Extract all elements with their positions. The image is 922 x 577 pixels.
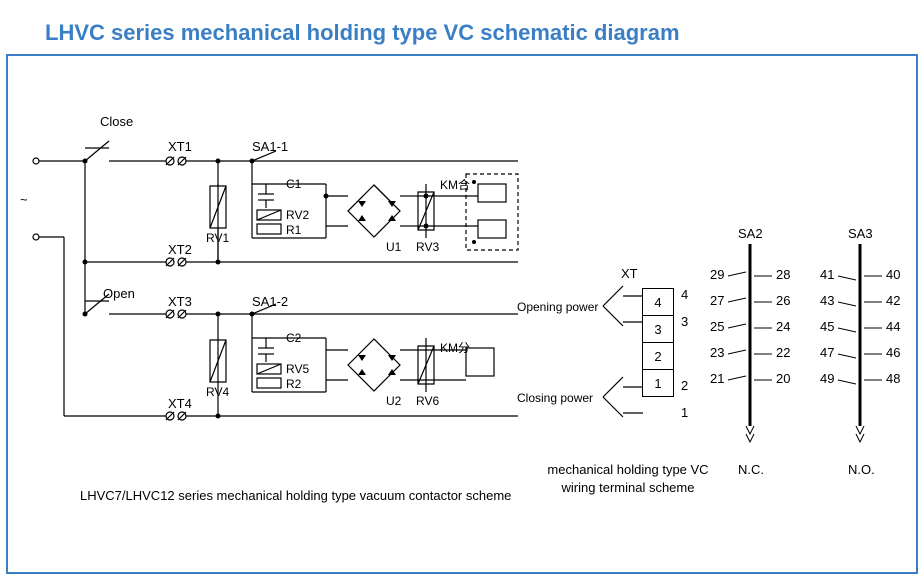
r1-label: R1 [286, 223, 302, 237]
xt-4: 4 [643, 289, 674, 316]
sa3-49: 49 [820, 371, 834, 386]
aux-switches: SA2 SA3 [708, 216, 918, 476]
sa2-21: 21 [710, 371, 724, 386]
sa3-40: 40 [886, 267, 900, 282]
schematic-left: ~ [8, 56, 548, 526]
sa3-45: 45 [820, 319, 834, 334]
kmc-label: KM合 [440, 177, 470, 192]
t3: 3 [681, 314, 688, 329]
sa2-label: SA2 [738, 226, 763, 241]
xt-heading: XT [621, 266, 638, 281]
sa3-43: 43 [820, 293, 834, 308]
xt-2: 2 [643, 343, 674, 370]
sa2-25: 25 [710, 319, 724, 334]
rv3-label: RV3 [416, 240, 439, 254]
xt2-label: XT2 [168, 242, 192, 257]
closepow-label: Closing power [517, 391, 593, 405]
rv6-label: RV6 [416, 394, 439, 408]
sa3-47: 47 [820, 345, 834, 360]
sa12-label: SA1-2 [252, 294, 288, 309]
sa3-label: SA3 [848, 226, 873, 241]
rv4-label: RV4 [206, 385, 229, 399]
no-label: N.O. [848, 462, 875, 476]
sa3-41: 41 [820, 267, 834, 282]
sa2-27: 27 [710, 293, 724, 308]
xt-1: 1 [643, 370, 674, 397]
close-label: Close [100, 114, 133, 129]
xt-block: XT Opening power Closing power 4 3 2 1 [513, 256, 703, 476]
openpow-label: Opening power [517, 300, 598, 314]
rv2-label: RV2 [286, 208, 309, 222]
open-label: Open [103, 286, 135, 301]
t2: 2 [681, 378, 688, 393]
xt-3: 3 [643, 316, 674, 343]
rv5-label: RV5 [286, 362, 309, 376]
kmo-label: KM分 [440, 341, 470, 355]
xt4-label: XT4 [168, 396, 192, 411]
caption-mid1: mechanical holding type VC [538, 462, 718, 477]
sa2-26: 26 [776, 293, 790, 308]
sa2-22: 22 [776, 345, 790, 360]
sa11-label: SA1-1 [252, 139, 288, 154]
sa3-42: 42 [886, 293, 900, 308]
t4: 4 [681, 287, 688, 302]
xt3-label: XT3 [168, 294, 192, 309]
diagram-frame: ~ [6, 54, 918, 574]
sa3-44: 44 [886, 319, 900, 334]
u1-label: U1 [386, 240, 402, 254]
c2-label: C2 [286, 331, 302, 345]
xt1-label: XT1 [168, 139, 192, 154]
rv1-label: RV1 [206, 231, 229, 245]
c1-label: C1 [286, 177, 302, 191]
nc-label: N.C. [738, 462, 764, 476]
page-title: LHVC series mechanical holding type VC s… [45, 20, 680, 46]
sa2-20: 20 [776, 371, 790, 386]
u2-label: U2 [386, 394, 402, 408]
page: LHVC series mechanical holding type VC s… [0, 0, 922, 577]
sa2-24: 24 [776, 319, 790, 334]
sa3-48: 48 [886, 371, 900, 386]
sa2-23: 23 [710, 345, 724, 360]
sa2-29: 29 [710, 267, 724, 282]
caption-mid2: wiring terminal scheme [538, 480, 718, 495]
caption-left: LHVC7/LHVC12 series mechanical holding t… [80, 488, 511, 503]
xt-table: 4 3 2 1 [642, 288, 674, 397]
t1: 1 [681, 405, 688, 420]
svg-text:~: ~ [20, 192, 28, 207]
r2-label: R2 [286, 377, 302, 391]
sa2-28: 28 [776, 267, 790, 282]
sa3-46: 46 [886, 345, 900, 360]
